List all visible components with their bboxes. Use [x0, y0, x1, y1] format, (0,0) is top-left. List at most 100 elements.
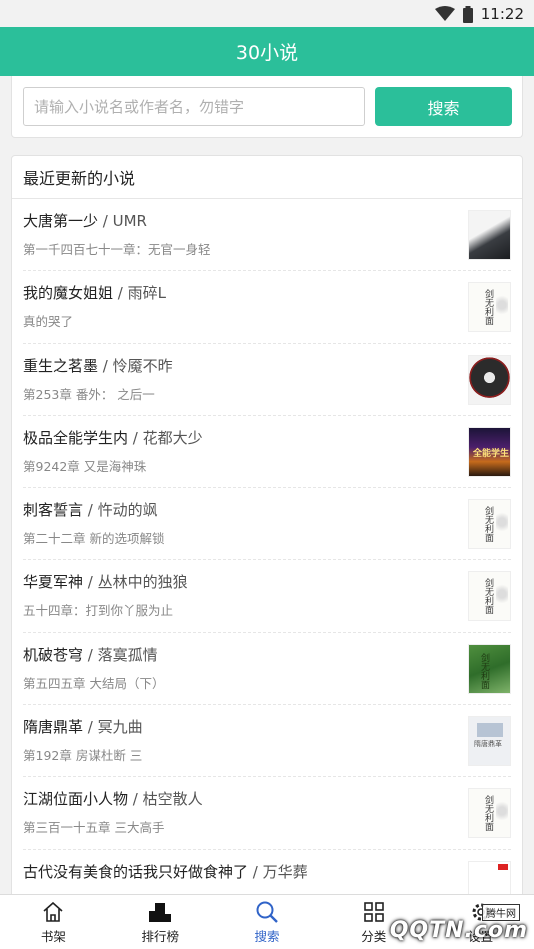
nav-item-bookshelf[interactable]: 书架 [0, 895, 107, 949]
wifi-icon [434, 6, 455, 21]
novel-list-item[interactable]: 重生之茗墨 / 怜魇不昨第253章 番外： 之后一 [23, 344, 511, 416]
nav-label: 书架 [40, 928, 66, 944]
nav-item-ranking[interactable]: 排行榜 [107, 895, 214, 949]
novel-title-line: 极品全能学生内 / 花都大少 [23, 427, 203, 448]
battery-icon [462, 5, 473, 23]
novel-author: UMR [112, 212, 147, 230]
novel-list-item[interactable]: 极品全能学生内 / 花都大少第9242章 又是海神珠 全能学生 [23, 416, 511, 489]
search-input[interactable] [23, 87, 365, 126]
novel-cover-image[interactable] [468, 354, 511, 405]
novel-author: 雨碎L [127, 284, 166, 303]
novel-latest-chapter: 第9242章 又是海神珠 [23, 458, 147, 474]
novel-title: 重生之茗墨 [23, 356, 99, 375]
cover-logo [477, 723, 503, 738]
cover-stamp [498, 863, 508, 870]
novel-latest-chapter: 五十四章：打到你丫服为止 [23, 603, 174, 619]
cover-flower [496, 293, 508, 318]
title-author-separator: / [248, 862, 263, 881]
novel-cover-image[interactable]: 剑无利面 [468, 571, 511, 622]
novel-latest-chapter: 第三百一十五章 三大高手 [23, 820, 165, 836]
status-icons: 11:22 [434, 4, 524, 24]
novel-cover-image[interactable]: 隋唐鼎革 [468, 716, 511, 767]
novel-cover-image[interactable] [468, 210, 511, 260]
novel-author: 丛林中的独狼 [97, 573, 188, 592]
novel-latest-chapter: 第253章 番外： 之后一 [23, 386, 155, 402]
novel-latest-chapter: 第五四五章 大结局（下） [23, 675, 165, 691]
novel-list-item[interactable]: 隋唐鼎革 / 冥九曲 第192章 房谋杜断 三隋唐鼎革 [23, 705, 511, 778]
novel-author: 花都大少 [142, 428, 203, 447]
house-icon [40, 900, 66, 924]
novel-title-line: 大唐第一少 / UMR [23, 210, 147, 231]
novel-latest-chapter: 真的哭了 [23, 314, 74, 330]
nav-label: 排行榜 [141, 928, 179, 944]
novel-title: 隋唐鼎革 [23, 718, 84, 737]
search-icon [254, 900, 280, 924]
nav-label: 搜索 [254, 928, 280, 944]
novel-author: 枯空散人 [142, 790, 203, 809]
novel-list-item[interactable]: 华夏军神 / 丛林中的独狼五十四章：打到你丫服为止 剑无利面 [23, 560, 511, 633]
title-author-separator: / [83, 645, 98, 664]
novel-author: 冥九曲 [97, 718, 143, 737]
novel-title-line: 华夏军神 / 丛林中的独狼 [23, 571, 188, 592]
cover-title: 剑无利面 [483, 795, 493, 832]
novel-latest-chapter: 第192章 房谋杜断 三 [23, 748, 143, 764]
novel-title-line: 我的魔女姐姐 / 雨碎L [23, 282, 166, 303]
nav-item-search[interactable]: 搜索 [214, 895, 321, 949]
novel-title: 古代没有美食的话我只好做食神了 [23, 862, 249, 881]
novel-list-item[interactable]: 大唐第一少 / UMR 第一千四百七十一章：无官一身轻 [23, 199, 511, 272]
cover-title: 剑无利面 [483, 289, 493, 326]
novel-title: 大唐第一少 [23, 212, 99, 230]
novel-author: 落寞孤情 [97, 645, 158, 664]
cover-title: 全能学生 [473, 448, 510, 459]
novel-title-line: 重生之茗墨 / 怜魇不昨 [23, 355, 173, 376]
novel-author: 怜魇不昨 [112, 356, 173, 375]
novel-title: 机破苍穹 [23, 645, 84, 664]
novel-latest-chapter: 第二十二章 新的选项解锁 [23, 531, 165, 547]
novel-author: 忤动的飒 [97, 501, 158, 520]
cover-title: 隋唐鼎革 [474, 740, 502, 749]
novel-cover-image[interactable]: 全能学生 [468, 426, 511, 477]
podium-icon [147, 900, 173, 924]
title-author-separator: / [128, 428, 143, 447]
novel-title: 我的魔女姐姐 [23, 284, 114, 303]
novel-list-item[interactable]: 机破苍穹 / 落寞孤情第五四五章 大结局（下） 剑无利面 [23, 633, 511, 706]
app-title: 30小说 [235, 42, 299, 64]
app-bar: 30小说 [0, 27, 534, 76]
status-time: 11:22 [480, 5, 524, 23]
novel-latest-chapter: 第一千四百七十一章：无官一身轻 [23, 242, 211, 257]
novel-list-item[interactable]: 刺客誓言 / 忤动的飒第二十二章 新的选项解锁 剑无利面 [23, 488, 511, 561]
title-author-separator: / [83, 718, 98, 737]
title-author-separator: / [113, 284, 128, 303]
title-author-separator: / [98, 356, 113, 375]
recent-novels-heading: 最近更新的小说 [12, 156, 522, 199]
search-card: 搜索 [11, 76, 523, 138]
novel-cover-image[interactable]: 剑无利面 [468, 499, 511, 550]
novel-title: 江湖位面小人物 [23, 790, 129, 809]
novel-list-item[interactable]: 我的魔女姐姐 / 雨碎L 真的哭了 剑无利面 [23, 271, 511, 344]
novel-title-line: 机破苍穹 / 落寞孤情 [23, 644, 158, 665]
novel-title: 刺客誓言 [23, 501, 84, 520]
recent-novels-card: 最近更新的小说 大唐第一少 / UMR 第一千四百七十一章：无官一身轻我的魔女姐姐… [11, 155, 523, 935]
title-author-separator: / [83, 573, 98, 592]
novel-cover-image[interactable]: 剑无利面 [468, 282, 511, 333]
watermark-text: QQTN.com [389, 918, 528, 943]
novel-cover-image[interactable]: 剑无利面 [468, 643, 511, 694]
search-button[interactable]: 搜索 [375, 87, 512, 126]
novel-title-line: 隋唐鼎革 / 冥九曲 [23, 716, 143, 737]
novel-title-line: 刺客誓言 / 忤动的飒 [23, 499, 158, 520]
cover-title: 剑无利面 [479, 652, 489, 689]
cover-flower [496, 510, 508, 535]
novel-cover-image[interactable]: 剑无利面 [468, 788, 511, 839]
title-author-separator: / [98, 212, 113, 230]
title-author-separator: / [128, 790, 143, 809]
watermark: 腾牛网 QQTN.com [330, 896, 534, 949]
novel-list-item[interactable]: 江湖位面小人物 / 枯空散人第三百一十五章 三大高手 剑无利面 [23, 777, 511, 850]
novel-list: 大唐第一少 / UMR 第一千四百七十一章：无官一身轻我的魔女姐姐 / 雨碎L 真的… [12, 199, 522, 922]
novel-title: 极品全能学生内 [23, 428, 129, 447]
cover-title: 剑无利面 [483, 578, 493, 615]
novel-title: 华夏军神 [23, 573, 84, 592]
status-bar: 11:22 [0, 0, 534, 27]
title-author-separator: / [83, 501, 98, 520]
cover-flower [496, 582, 508, 607]
novel-title-line: 江湖位面小人物 / 枯空散人 [23, 788, 203, 809]
